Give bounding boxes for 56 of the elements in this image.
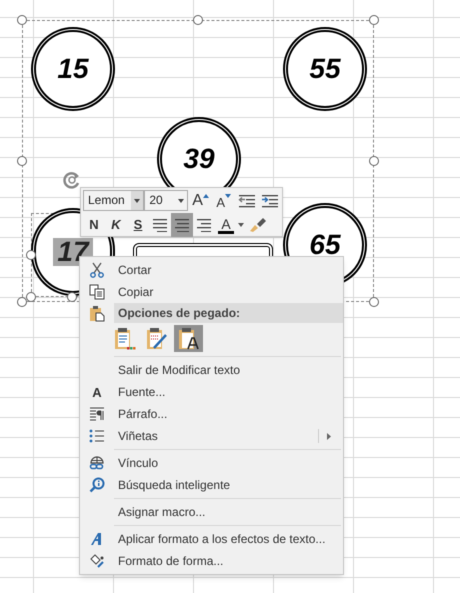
center-button[interactable]: [171, 213, 193, 237]
shrink-font-button[interactable]: A: [214, 190, 234, 211]
resize-handle[interactable]: [193, 15, 203, 25]
search-icon: [89, 477, 105, 493]
resize-handle[interactable]: [369, 297, 379, 307]
letter-a-icon: A: [92, 386, 102, 398]
resize-handle[interactable]: [369, 156, 379, 166]
resize-handle[interactable]: [369, 15, 379, 25]
paste-merge-icon: [146, 326, 168, 350]
menu-item[interactable]: Asignar macro...: [80, 501, 343, 523]
align-center-icon: [174, 218, 190, 232]
menu-item[interactable]: Copiar: [80, 281, 343, 303]
paste-keep-icon: [114, 326, 136, 350]
align-right-icon: [196, 218, 212, 232]
text-effects-icon: [90, 532, 104, 546]
brush-icon: [249, 217, 267, 233]
font-dropdown[interactable]: Lemon: [83, 190, 144, 211]
menu-item[interactable]: Viñetas: [80, 425, 343, 447]
globe-link-icon: [89, 455, 105, 471]
menu-item[interactable]: Salir de Modificar texto: [80, 359, 343, 381]
scissors-icon: [89, 262, 105, 278]
bullet-list-icon: [89, 429, 105, 443]
grow-font-button[interactable]: A: [190, 190, 211, 211]
menu-item[interactable]: Formato de forma...: [80, 550, 343, 572]
menu-item[interactable]: Búsqueda inteligente: [80, 474, 343, 496]
resize-handle[interactable]: [26, 250, 36, 260]
menu-item[interactable]: Aplicar formato a los efectos de texto...: [80, 528, 343, 550]
shape-format-icon: [89, 553, 105, 569]
menu-section-header: Opciones de pegado:: [114, 303, 343, 323]
caret-down-icon: [178, 198, 184, 202]
copy-icon: [89, 284, 105, 300]
caret-down-icon: [238, 223, 244, 227]
menu-item[interactable]: Vínculo: [80, 452, 343, 474]
rotate-handle-icon[interactable]: [62, 170, 82, 190]
bold-button[interactable]: N: [83, 213, 105, 237]
paste-text-icon: [178, 326, 200, 350]
shape-number: 15: [56, 55, 90, 83]
align-left-icon: [152, 218, 168, 232]
paste-option-button[interactable]: [174, 325, 203, 352]
paragraph-icon: [89, 407, 105, 421]
resize-handle[interactable]: [17, 156, 27, 166]
menu-item[interactable]: Párrafo...: [80, 403, 343, 425]
underline-button[interactable]: S: [127, 213, 149, 237]
indent-icon: [260, 194, 279, 208]
outdent-icon: [238, 194, 256, 208]
size-dropdown[interactable]: 20: [144, 190, 188, 211]
resize-handle[interactable]: [17, 15, 27, 25]
menu-item[interactable]: A Fuente...: [80, 381, 343, 403]
caret-down-icon: [134, 198, 140, 202]
shape-number: 55: [308, 55, 342, 83]
italic-button[interactable]: K: [105, 213, 127, 237]
clipboard-icon: [89, 304, 105, 322]
shape-number: 39: [182, 145, 216, 173]
color-button[interactable]: A: [215, 213, 247, 237]
submenu-arrow-icon: [327, 432, 331, 440]
shape-number: 65: [308, 231, 342, 259]
